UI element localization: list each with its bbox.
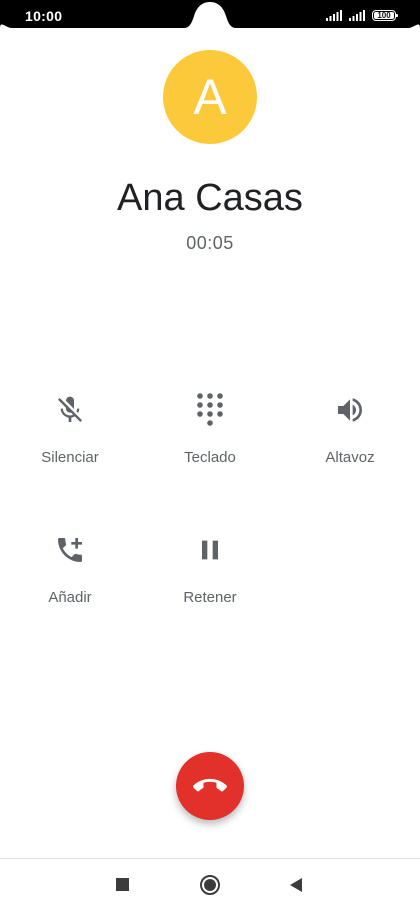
avatar-initial: A — [193, 69, 227, 125]
home-button[interactable] — [196, 872, 224, 898]
dialpad-icon — [192, 392, 228, 428]
status-time: 10:00 — [25, 8, 63, 24]
call-timer: 00:05 — [186, 233, 234, 253]
nav-divider — [0, 858, 420, 859]
back-button[interactable] — [282, 872, 310, 898]
contact-name: Ana Casas — [117, 177, 303, 219]
recents-button[interactable] — [109, 872, 137, 898]
signal-icon — [326, 10, 342, 21]
microphone-off-icon — [52, 392, 88, 428]
speaker-button[interactable]: Altavoz — [280, 392, 420, 492]
contact-avatar: A — [163, 50, 257, 144]
keypad-label: Teclado — [184, 449, 236, 466]
speaker-icon — [332, 392, 368, 428]
home-circle-icon — [200, 875, 220, 895]
status-icons: 100 — [326, 10, 398, 21]
add-call-label: Añadir — [48, 589, 92, 606]
status-bar: 10:00 100 — [0, 0, 420, 28]
mute-label: Silenciar — [41, 449, 99, 466]
battery-level: 100 — [377, 10, 391, 20]
recents-square-icon — [116, 878, 129, 891]
battery-icon: 100 — [372, 10, 398, 21]
hang-up-icon — [193, 778, 227, 792]
mute-button[interactable]: Silenciar — [0, 392, 140, 492]
hold-label: Retener — [183, 589, 237, 606]
signal-icon — [349, 10, 365, 21]
add-call-icon — [52, 532, 88, 568]
keypad-button[interactable]: Teclado — [140, 392, 280, 492]
hold-button[interactable]: Retener — [140, 532, 280, 632]
speaker-label: Altavoz — [325, 449, 375, 466]
back-triangle-icon — [290, 878, 302, 892]
end-call-button[interactable] — [176, 752, 244, 820]
add-call-button[interactable]: Añadir — [0, 532, 140, 632]
pause-icon — [192, 532, 228, 568]
